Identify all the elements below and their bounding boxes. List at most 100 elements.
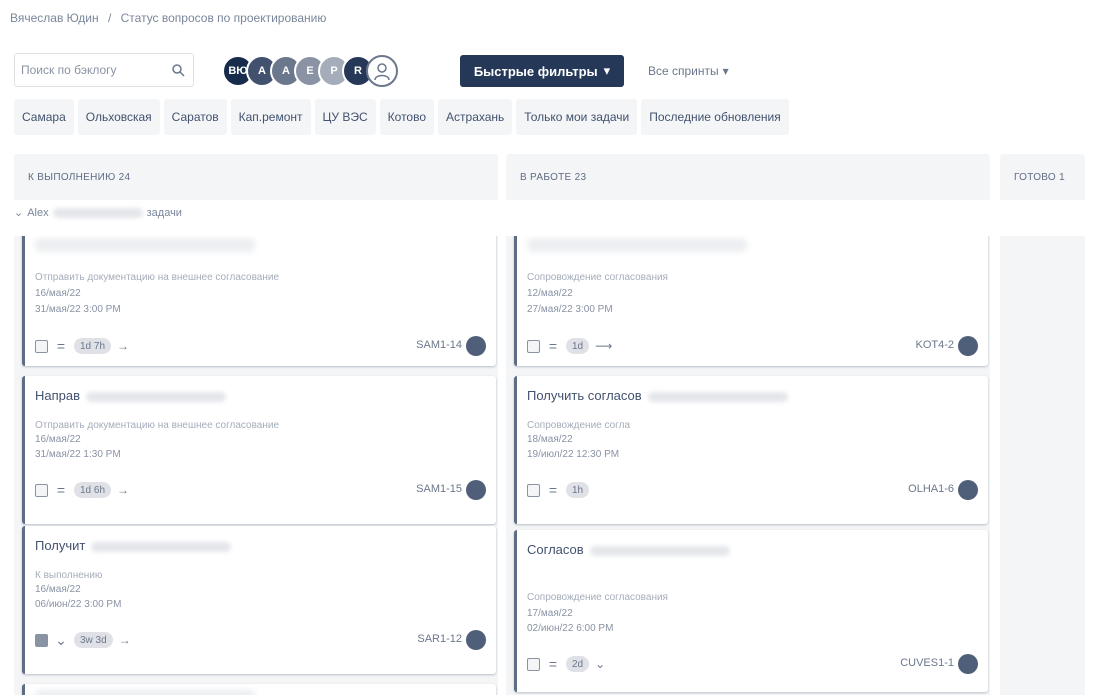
issue-key[interactable]: CUVES1-1: [900, 657, 954, 669]
issue-card[interactable]: Сопровождение согласования 12/мая/22 27/…: [514, 236, 988, 366]
column-header-todo: К ВЫПОЛНЕНИЮ 24: [14, 154, 498, 200]
card-footer: = 1d 6h →: [35, 480, 129, 500]
card-status: Отправить документацию на внешнее соглас…: [35, 272, 280, 283]
task-type-icon: [35, 633, 48, 647]
avatar[interactable]: [466, 336, 486, 356]
card-due-date: 31/мая/22 1:30 PM: [35, 449, 121, 460]
search-input[interactable]: [21, 63, 161, 77]
issue-card[interactable]: [22, 684, 496, 695]
filter-chip[interactable]: Котово: [379, 99, 435, 135]
priority-medium-icon: =: [56, 338, 66, 354]
card-start-date: 12/мая/22: [527, 288, 573, 299]
task-type-icon: [35, 483, 48, 497]
user-placeholder-icon[interactable]: [366, 55, 398, 87]
priority-medium-icon: =: [548, 482, 558, 498]
all-sprints-dropdown[interactable]: Все спринты ▾: [642, 55, 735, 87]
card-title-text: Получить согласов: [527, 388, 642, 403]
filter-chip[interactable]: Ольховская: [77, 99, 160, 135]
card-due-date: 27/мая/22 3:00 PM: [527, 304, 613, 315]
avatar-label: P: [330, 65, 338, 77]
filter-chip[interactable]: Кап.ремонт: [230, 99, 311, 135]
issue-key[interactable]: OLHA1-6: [908, 483, 954, 495]
chevron-down-icon: ⌄: [595, 657, 606, 671]
card-status: К выполнению: [35, 570, 103, 581]
avatar[interactable]: [958, 654, 978, 674]
redacted-text: [589, 545, 730, 556]
column-in-progress: Сопровождение согласования 12/мая/22 27/…: [506, 236, 990, 695]
swimlane-header[interactable]: ⌄ Alex задачи: [14, 206, 182, 220]
breadcrumb: Вячеслав Юдин / Статус вопросов по проек…: [10, 11, 326, 25]
redacted-text: [527, 238, 747, 252]
card-title-text: Согласов: [527, 542, 584, 557]
redacted-text: [86, 391, 227, 402]
quick-filter-bar: Самара Ольховская Саратов Кап.ремонт ЦУ …: [14, 99, 789, 135]
issue-card[interactable]: Направ Отправить документацию на внешнее…: [22, 376, 496, 524]
card-title-text: Направ: [35, 388, 81, 403]
avatar-label: E: [306, 65, 314, 77]
issue-card[interactable]: Отправить документацию на внешнее соглас…: [22, 236, 496, 366]
arrow-right-icon: ⟶: [595, 339, 613, 353]
chevron-down-icon: ⌄: [14, 207, 24, 219]
card-start-date: 17/мая/22: [527, 608, 573, 619]
card-title: Согласов: [527, 542, 730, 557]
issue-key[interactable]: SAR1-12: [417, 633, 462, 645]
card-status: Сопровождение согласования: [527, 592, 668, 603]
task-type-icon: [527, 483, 540, 497]
filter-chip[interactable]: Последние обновления: [641, 99, 789, 135]
avatar[interactable]: [466, 480, 486, 500]
breadcrumb-project[interactable]: Статус вопросов по проектированию: [121, 11, 327, 25]
avatar[interactable]: [958, 336, 978, 356]
estimate-badge: 1d 6h: [74, 482, 112, 498]
board-toolbar: ВЮ A A E P R Быстрые фильтры ▾ Все сприн…: [14, 53, 1074, 89]
card-status: Сопровождение согласования: [527, 272, 668, 283]
breadcrumb-user[interactable]: Вячеслав Юдин: [10, 11, 99, 25]
arrow-right-icon: →: [117, 483, 130, 497]
search-box[interactable]: [14, 53, 194, 87]
filter-chip[interactable]: Саратов: [163, 99, 227, 135]
card-start-date: 16/мая/22: [35, 288, 81, 299]
card-footer: = 2d ⌄: [527, 654, 605, 674]
card-start-date: 16/мая/22: [35, 584, 81, 595]
issue-key[interactable]: SAM1-14: [416, 339, 462, 351]
priority-low-icon: ⌄: [55, 632, 67, 648]
card-title: Получит: [35, 538, 232, 553]
redacted-text: [91, 541, 232, 552]
card-due-date: 06/июн/22 3:00 PM: [35, 599, 122, 610]
issue-card[interactable]: Согласов Сопровождение согласования 17/м…: [514, 530, 988, 692]
issue-card[interactable]: Получит К выполнению 16/мая/22 06/июн/22…: [22, 526, 496, 674]
card-due-date: 31/мая/22 3:00 PM: [35, 304, 121, 315]
estimate-badge: 3w 3d: [74, 632, 113, 648]
issue-key[interactable]: SAM1-15: [416, 483, 462, 495]
quick-filters-label: Быстрые фильтры: [473, 63, 598, 79]
card-title: Получить согласов: [527, 388, 788, 403]
search-icon[interactable]: [171, 63, 185, 77]
filter-chip[interactable]: Самара: [14, 99, 74, 135]
task-type-icon: [527, 657, 540, 671]
card-due-date: 19/июл/22 12:30 PM: [527, 449, 620, 460]
priority-medium-icon: =: [56, 482, 66, 498]
estimate-badge: 1h: [566, 482, 590, 498]
all-sprints-label: Все спринты: [648, 64, 719, 78]
quick-filters-button[interactable]: Быстрые фильтры ▾: [460, 55, 624, 87]
column-title: ГОТОВО 1: [1014, 172, 1065, 183]
redacted-text: [52, 207, 143, 218]
card-start-date: 16/мая/22: [35, 434, 81, 445]
redacted-text: [35, 238, 255, 252]
issue-key[interactable]: KOT4-2: [915, 339, 954, 351]
avatar-label: A: [258, 65, 266, 77]
person-icon: [374, 63, 390, 81]
card-title: Направ: [35, 388, 227, 403]
avatar[interactable]: [466, 630, 486, 650]
filter-chip[interactable]: Только мои задачи: [516, 99, 638, 135]
task-type-icon: [527, 339, 540, 353]
avatar[interactable]: [958, 480, 978, 500]
avatar-label: R: [354, 65, 362, 77]
card-due-date: 02/июн/22 6:00 PM: [527, 623, 614, 634]
arrow-right-icon: →: [118, 633, 131, 647]
task-type-icon: [35, 339, 48, 353]
column-header-in-progress: В РАБОТЕ 23: [506, 154, 990, 200]
priority-medium-icon: =: [548, 656, 558, 672]
issue-card[interactable]: Получить согласов Сопровождение согла 18…: [514, 376, 988, 524]
filter-chip[interactable]: Астрахань: [438, 99, 513, 135]
filter-chip[interactable]: ЦУ ВЭС: [314, 99, 376, 135]
